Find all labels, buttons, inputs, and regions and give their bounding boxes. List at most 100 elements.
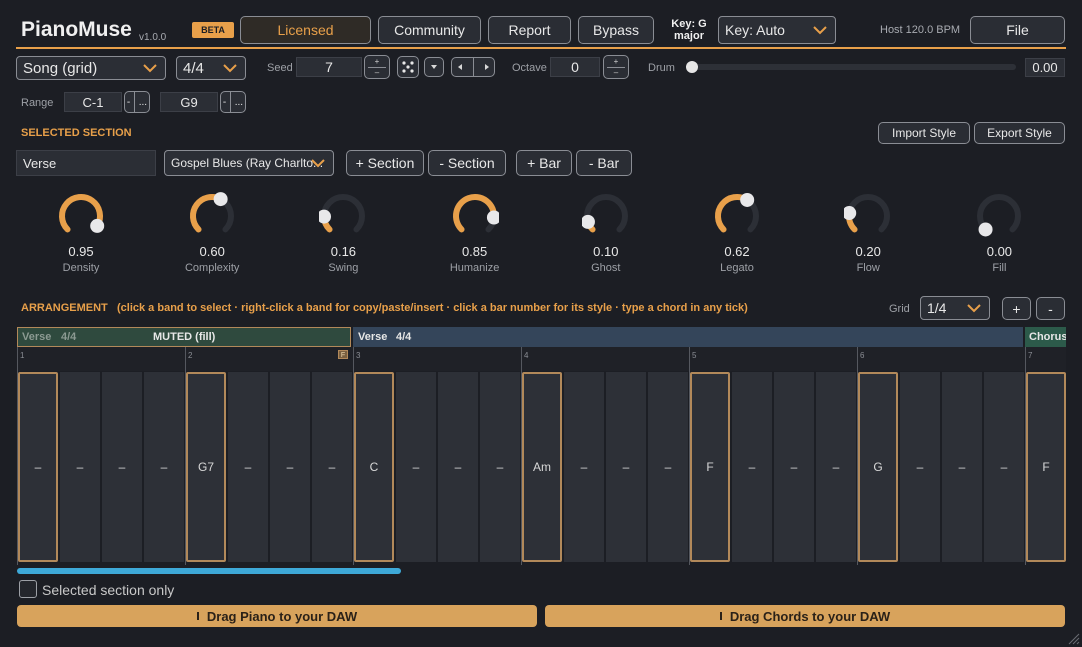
- chord-tick[interactable]: –: [774, 372, 814, 562]
- chord-tick[interactable]: –: [270, 372, 310, 562]
- seed-input[interactable]: 7: [296, 57, 362, 77]
- meter-select[interactable]: 4/4: [176, 56, 246, 80]
- chord-tick[interactable]: –: [816, 372, 856, 562]
- bar-number[interactable]: 1: [20, 351, 24, 360]
- knob-dial[interactable]: [713, 192, 761, 240]
- octave-stepper[interactable]: + –: [603, 55, 629, 79]
- caret-right-icon[interactable]: [484, 64, 489, 70]
- bar-number[interactable]: 6: [860, 351, 864, 360]
- add-section-button[interactable]: + Section: [346, 150, 424, 176]
- chord-tick[interactable]: –: [228, 372, 268, 562]
- band-verse-muted-status: MUTED (fill): [153, 331, 216, 343]
- knob-dial[interactable]: [581, 192, 630, 240]
- range-high-value: G9: [180, 94, 198, 110]
- drum-slider-track[interactable]: [692, 64, 1016, 70]
- band-verse-muted[interactable]: Verse 4/4 MUTED (fill): [17, 327, 351, 347]
- bar-number[interactable]: 7: [1028, 351, 1032, 360]
- bar-number[interactable]: 5: [692, 351, 696, 360]
- randomize-seed-button[interactable]: [397, 56, 419, 78]
- zoom-out-button[interactable]: -: [1036, 297, 1065, 320]
- chord-tick[interactable]: –: [438, 372, 478, 562]
- knob-dial[interactable]: [188, 192, 236, 240]
- bypass-button[interactable]: Bypass: [578, 16, 654, 44]
- chord-tick[interactable]: –: [564, 372, 604, 562]
- band-verse[interactable]: Verse 4/4: [353, 327, 1023, 347]
- section-name-value: Verse: [23, 155, 57, 171]
- drum-slider-thumb[interactable]: [686, 61, 698, 73]
- knob-humanize[interactable]: 0.85 Humanize: [415, 192, 535, 274]
- range-low-minus[interactable]: -: [127, 97, 130, 108]
- chord-tick[interactable]: –: [732, 372, 772, 562]
- knob-fill[interactable]: 0.00 Fill: [939, 192, 1059, 274]
- selected-section-only-checkbox[interactable]: [19, 580, 37, 598]
- section-name-input[interactable]: Verse: [16, 150, 156, 176]
- knob-dial[interactable]: [57, 192, 105, 240]
- licensed-button[interactable]: Licensed: [240, 16, 371, 44]
- chord-tick[interactable]: –: [942, 372, 982, 562]
- chord-tick[interactable]: –: [606, 372, 646, 562]
- chord-tick[interactable]: –: [60, 372, 100, 562]
- chord-tick[interactable]: –: [900, 372, 940, 562]
- chord-tick[interactable]: –: [18, 372, 58, 562]
- caret-left-icon[interactable]: [457, 64, 462, 70]
- knob-flow[interactable]: 0.20 Flow: [808, 192, 928, 274]
- chord-tick[interactable]: –: [480, 372, 520, 562]
- chord-tick[interactable]: G: [858, 372, 898, 562]
- chord-tick[interactable]: Am: [522, 372, 562, 562]
- zoom-in-button[interactable]: +: [1002, 297, 1031, 320]
- drag-piano-button[interactable]: Drag Piano to your DAW: [17, 605, 537, 627]
- range-low-more[interactable]: ...: [139, 97, 147, 108]
- range-high-minus[interactable]: -: [223, 97, 226, 108]
- key-select[interactable]: Key: Auto: [718, 16, 836, 44]
- knob-complexity[interactable]: 0.60 Complexity: [152, 192, 272, 274]
- range-low-stepper[interactable]: -...: [124, 91, 150, 113]
- chord-tick[interactable]: –: [396, 372, 436, 562]
- knob-legato[interactable]: 0.62 Legato: [677, 192, 797, 274]
- add-bar-button[interactable]: + Bar: [516, 150, 572, 176]
- knob-ghost[interactable]: 0.10 Ghost: [546, 192, 666, 274]
- seed-menu-button[interactable]: [424, 57, 444, 77]
- octave-input[interactable]: 0: [550, 57, 600, 77]
- bar-number[interactable]: 2: [188, 351, 192, 360]
- import-style-button[interactable]: Import Style: [878, 122, 970, 144]
- report-button[interactable]: Report: [488, 16, 571, 44]
- knob-dial[interactable]: [975, 192, 1023, 240]
- remove-section-button[interactable]: - Section: [428, 150, 506, 176]
- resize-grip-icon[interactable]: [1066, 631, 1080, 645]
- arrangement-scrollbar[interactable]: [17, 568, 401, 574]
- chord-tick[interactable]: –: [984, 372, 1024, 562]
- knob-density[interactable]: 0.95 Density: [21, 192, 141, 274]
- remove-bar-button[interactable]: - Bar: [576, 150, 632, 176]
- range-high-stepper[interactable]: -...: [220, 91, 246, 113]
- range-high-input[interactable]: G9: [160, 92, 218, 112]
- seed-stepper[interactable]: + –: [364, 55, 390, 79]
- seed-nav-buttons[interactable]: [451, 57, 495, 77]
- bar-number[interactable]: 4: [524, 351, 528, 360]
- chord-tick[interactable]: F: [1026, 372, 1066, 562]
- drag-chords-button[interactable]: Drag Chords to your DAW: [545, 605, 1065, 627]
- chord-tick[interactable]: –: [144, 372, 184, 562]
- drum-value[interactable]: 0.00: [1025, 58, 1065, 77]
- file-button[interactable]: File: [970, 16, 1065, 44]
- chord-tick[interactable]: –: [102, 372, 142, 562]
- bar-number[interactable]: 3: [356, 351, 360, 360]
- chord-tick[interactable]: F: [690, 372, 730, 562]
- mode-select[interactable]: Song (grid): [16, 56, 166, 80]
- export-style-button[interactable]: Export Style: [974, 122, 1065, 144]
- grid-select[interactable]: 1/4: [920, 296, 990, 320]
- chord-tick[interactable]: –: [312, 372, 352, 562]
- knob-dial[interactable]: [319, 192, 367, 240]
- chord-tick[interactable]: C: [354, 372, 394, 562]
- style-select[interactable]: Gospel Blues (Ray Charlto...: [164, 150, 334, 176]
- knob-label: Swing: [328, 262, 359, 274]
- knob-dial[interactable]: [844, 192, 892, 240]
- chord-tick[interactable]: –: [648, 372, 688, 562]
- range-low-input[interactable]: C-1: [64, 92, 122, 112]
- knob-dial[interactable]: [451, 192, 499, 240]
- band-chorus[interactable]: Chorus: [1025, 327, 1066, 347]
- range-high-more[interactable]: ...: [235, 97, 243, 108]
- knob-label: Legato: [720, 262, 754, 274]
- community-button[interactable]: Community: [378, 16, 481, 44]
- chord-tick[interactable]: G7: [186, 372, 226, 562]
- knob-swing[interactable]: 0.16 Swing: [283, 192, 403, 274]
